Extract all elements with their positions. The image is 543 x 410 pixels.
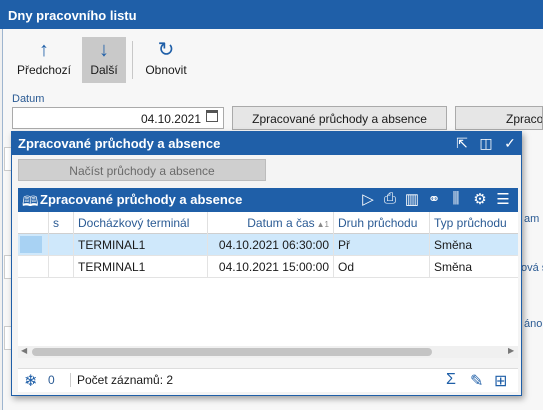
next-button[interactable]: ↓ Další bbox=[82, 37, 126, 83]
refresh-button[interactable]: ↻ Obnovit bbox=[140, 37, 192, 83]
column-datetime[interactable]: Datum a čas ▲1 bbox=[207, 212, 333, 234]
group-icon[interactable]: ⚭ bbox=[424, 190, 444, 210]
cell-datetime: 04.10.2021 15:00:00 bbox=[207, 256, 333, 278]
snowflake-icon[interactable]: ❄ bbox=[24, 371, 37, 391]
load-passages-button[interactable]: Načíst průchody a absence bbox=[18, 159, 266, 181]
grid-title: Zpracované průchody a absence bbox=[40, 192, 243, 207]
columns-icon[interactable]: ⫼ bbox=[446, 190, 466, 210]
row-selector[interactable] bbox=[20, 236, 42, 253]
window-title: Dny pracovního listu bbox=[0, 0, 543, 29]
cell-typ: Směna bbox=[429, 234, 518, 256]
settings-icon[interactable]: ⚙ bbox=[470, 190, 490, 210]
cell-s bbox=[48, 234, 73, 256]
table-row[interactable]: TERMINAL1 04.10.2021 15:00:00 Od Směna bbox=[18, 256, 518, 278]
play-icon[interactable]: ▷ bbox=[358, 190, 378, 210]
sum-icon[interactable]: Σ bbox=[446, 371, 456, 389]
cell-druh: Od bbox=[333, 256, 429, 278]
table-row[interactable]: TERMINAL1 04.10.2021 06:30:00 Př Směna bbox=[18, 234, 518, 256]
scroll-left-icon[interactable]: ◀ bbox=[21, 346, 27, 355]
next-label: Další bbox=[90, 63, 118, 77]
edit-icon[interactable]: ✎ bbox=[470, 371, 483, 391]
cell-s bbox=[48, 256, 73, 278]
horizontal-scrollbar[interactable]: ◀ ▶ bbox=[18, 346, 518, 358]
add-record-icon[interactable]: ⊞ bbox=[494, 371, 507, 391]
datetime-header-label: Datum a čas bbox=[247, 216, 315, 230]
datum-label: Datum bbox=[12, 93, 45, 105]
bg-label-ano: áno bbox=[524, 318, 543, 330]
status-bar: ❄ 0 Počet záznamů: 2 Σ ✎ ⊞ bbox=[18, 368, 518, 392]
filter-count: 0 bbox=[48, 373, 55, 387]
cell-druh: Př bbox=[333, 234, 429, 256]
cell-terminal: TERMINAL1 bbox=[73, 256, 207, 278]
cell-terminal: TERMINAL1 bbox=[73, 234, 207, 256]
cell-typ: Směna bbox=[429, 256, 518, 278]
refresh-icon: ↻ bbox=[157, 39, 175, 61]
scroll-right-icon[interactable]: ▶ bbox=[508, 346, 514, 355]
dialog-title: Zpracované průchody a absence bbox=[12, 132, 521, 155]
column-druh[interactable]: Druh průchodu bbox=[333, 212, 429, 234]
previous-button[interactable]: ↑ Předchozí bbox=[12, 37, 76, 83]
calendar-icon[interactable] bbox=[206, 110, 218, 122]
grid-header: 🕮 Zpracované průchody a absence ▷ ⎙ ▥ ⚭ … bbox=[18, 188, 518, 212]
record-count: Počet záznamů: 2 bbox=[70, 373, 173, 387]
previous-label: Předchozí bbox=[16, 63, 72, 77]
print-icon[interactable]: ⎙ bbox=[380, 190, 400, 210]
scrollbar-thumb[interactable] bbox=[32, 348, 432, 356]
processed-passages-dialog: Zpracované průchody a absence ⇱ ◫ ✓ Načí… bbox=[11, 131, 522, 396]
row-selector[interactable] bbox=[18, 256, 48, 278]
bg-label-am: am bbox=[524, 213, 540, 225]
processed-partial-button[interactable]: Zpraco bbox=[455, 106, 543, 130]
chart-icon[interactable]: ▥ bbox=[402, 190, 422, 210]
grid-body: TERMINAL1 04.10.2021 06:30:00 Př Směna T… bbox=[18, 234, 518, 346]
sort-ascending-icon: ▲1 bbox=[316, 220, 329, 229]
restore-icon[interactable]: ◫ bbox=[477, 135, 495, 152]
confirm-check-icon[interactable]: ✓ bbox=[501, 135, 519, 152]
column-header-row: s Docházkový terminál Datum a čas ▲1 Druh… bbox=[18, 212, 518, 234]
row-selector-header[interactable] bbox=[18, 212, 48, 234]
column-terminal[interactable]: Docházkový terminál bbox=[73, 212, 207, 234]
column-s[interactable]: s bbox=[48, 212, 73, 234]
datum-input[interactable]: 04.10.2021 bbox=[12, 107, 224, 129]
popout-icon[interactable]: ⇱ bbox=[453, 135, 471, 152]
bg-label-sys: ová sys bbox=[521, 262, 543, 274]
toolbar-divider bbox=[132, 41, 133, 79]
processed-passages-button[interactable]: Zpracované průchody a absence bbox=[232, 106, 447, 130]
refresh-label: Obnovit bbox=[145, 63, 187, 77]
arrow-down-icon: ↓ bbox=[99, 39, 109, 61]
arrow-up-icon: ↑ bbox=[39, 39, 49, 61]
cell-datetime: 04.10.2021 06:30:00 bbox=[207, 234, 333, 256]
column-typ[interactable]: Typ průchodu bbox=[429, 212, 518, 234]
menu-icon[interactable]: ☰ bbox=[493, 190, 513, 210]
